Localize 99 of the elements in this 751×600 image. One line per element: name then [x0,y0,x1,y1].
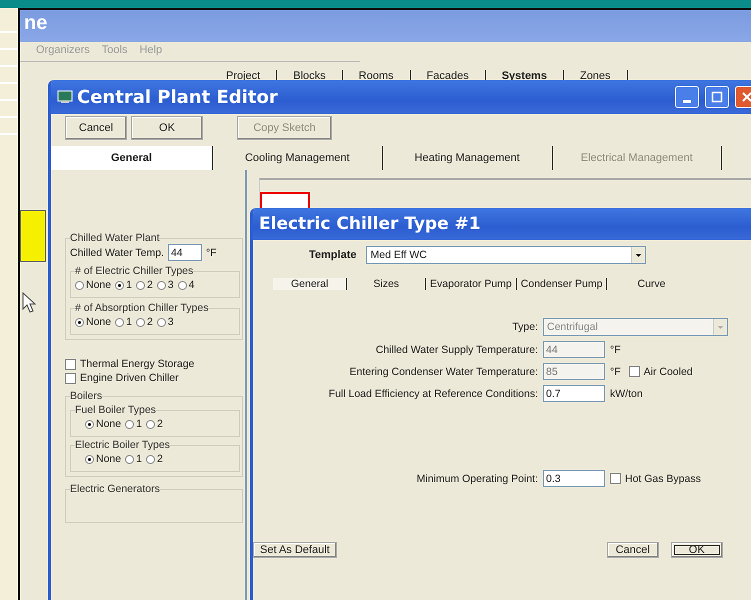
radio-option[interactable]: None [85,453,122,465]
radio-button[interactable] [85,454,94,464]
radio-button[interactable] [156,280,166,290]
minimize-button[interactable] [675,86,699,108]
dialog-button[interactable]: Cancel [606,542,659,558]
dialog-title: Electric Chiller Type #1 [259,214,482,234]
radio-label: 2 [156,418,163,430]
radio-label: 1 [126,279,132,291]
radio-button[interactable] [125,454,134,464]
field-label: Chilled Water Supply Temperature: [374,344,538,356]
radio-button[interactable] [156,318,166,326]
tab[interactable]: Cooling Management [212,146,383,170]
toolbar-button[interactable]: Cancel [65,116,127,140]
radio-option[interactable]: 4 [178,279,194,291]
radio-label: 3 [168,316,174,328]
tab[interactable]: Evaporator Pump [426,278,517,290]
radio-label: None [96,453,122,465]
radio-label: None [86,316,112,328]
input-field[interactable]: 0.7 [543,385,605,402]
radio-button[interactable] [178,280,187,290]
tab[interactable]: Heating Management [382,146,553,170]
tab[interactable]: Curve [607,278,670,290]
radio-option[interactable]: 1 [115,279,132,291]
radio-option[interactable]: 1 [125,418,142,430]
radio-option[interactable]: 2 [136,279,153,291]
cursor-icon [22,292,36,314]
highlighted-cell [20,210,46,262]
group-title: # of Electric Chiller Types [75,265,194,277]
maximize-button[interactable] [705,86,729,108]
radio-button[interactable] [115,280,124,290]
checkbox-label: Air Cooled [644,366,693,378]
window-title: ne [20,10,751,42]
radio-button[interactable] [146,454,155,464]
minimize-icon [683,100,691,102]
group-title: Electric Boiler Types [75,439,170,451]
checkbox[interactable] [65,358,76,370]
radio-option[interactable]: 1 [125,453,142,465]
toolbar-button[interactable]: OK [131,116,203,140]
app-icon [57,90,73,104]
checkbox-label: Engine Driven Chiller [80,372,179,384]
radio-option[interactable]: None [75,279,112,291]
radio-button[interactable] [75,318,84,326]
field-label: Chilled Water Temp. [70,246,164,258]
radio-button[interactable] [115,318,124,326]
radio-label: 2 [146,316,153,328]
radio-label: 3 [168,279,174,291]
radio-option[interactable]: 2 [136,316,153,328]
radio-button[interactable] [75,280,84,290]
radio-label: None [96,418,122,430]
checkbox-label: Thermal Energy Storage [80,358,194,370]
radio-button[interactable] [136,280,145,290]
radio-option[interactable]: 3 [156,316,174,328]
radio-button[interactable] [136,318,145,326]
radio-option[interactable]: None [85,418,122,430]
tab[interactable]: Condenser Pump [516,278,608,290]
unit-label: °F [610,366,621,378]
checkbox[interactable] [610,473,621,484]
unit-label: °F [206,246,217,258]
group-title: # of Absorption Chiller Types [75,302,208,314]
tab[interactable]: Sizes [347,278,426,290]
unit-label: °F [610,344,621,356]
tab[interactable]: General [273,278,348,290]
unit-label: kW/ton [610,388,643,400]
maximize-icon [711,91,723,103]
radio-option[interactable]: 3 [156,279,174,291]
caret-icon [713,319,727,335]
input-field[interactable]: 44 [168,244,202,261]
field-label: Minimum Operating Point: [416,472,538,484]
radio-label: 4 [188,279,194,291]
group-title: Fuel Boiler Types [75,404,156,416]
radio-button[interactable] [146,420,155,428]
group-title: Boilers [70,390,102,402]
radio-label: 1 [136,418,142,430]
field-label: Full Load Efficiency at Reference Conditions: [328,388,538,400]
field-label: Entering Condenser Water Temperature: [348,366,538,378]
radio-label: 1 [126,316,132,328]
radio-label: 2 [146,279,153,291]
dialog-button[interactable]: Set As Default [253,542,337,558]
field-label: Type: [511,321,538,333]
group-title: Chilled Water Plant [70,232,160,244]
radio-button[interactable] [85,420,94,428]
field-label: Template [309,249,356,261]
close-icon [741,91,751,103]
checkbox-label: Hot Gas Bypass [625,472,701,484]
radio-label: 1 [136,453,142,465]
input-field[interactable]: 0.3 [543,470,605,487]
radio-label: None [86,279,112,291]
radio-option[interactable]: None [75,316,112,328]
caret-icon [631,247,646,263]
window-title: Central Plant Editor [77,86,279,108]
template-dropdown[interactable]: Med Eff WC [366,246,646,264]
group-title: Electric Generators [70,483,160,495]
radio-option[interactable]: 1 [115,316,132,328]
radio-label: 2 [156,453,163,465]
radio-option[interactable]: 2 [146,453,163,465]
radio-option[interactable]: 2 [146,418,163,430]
checkbox[interactable] [65,372,76,384]
tab[interactable]: General [51,146,213,170]
radio-button[interactable] [125,420,134,428]
